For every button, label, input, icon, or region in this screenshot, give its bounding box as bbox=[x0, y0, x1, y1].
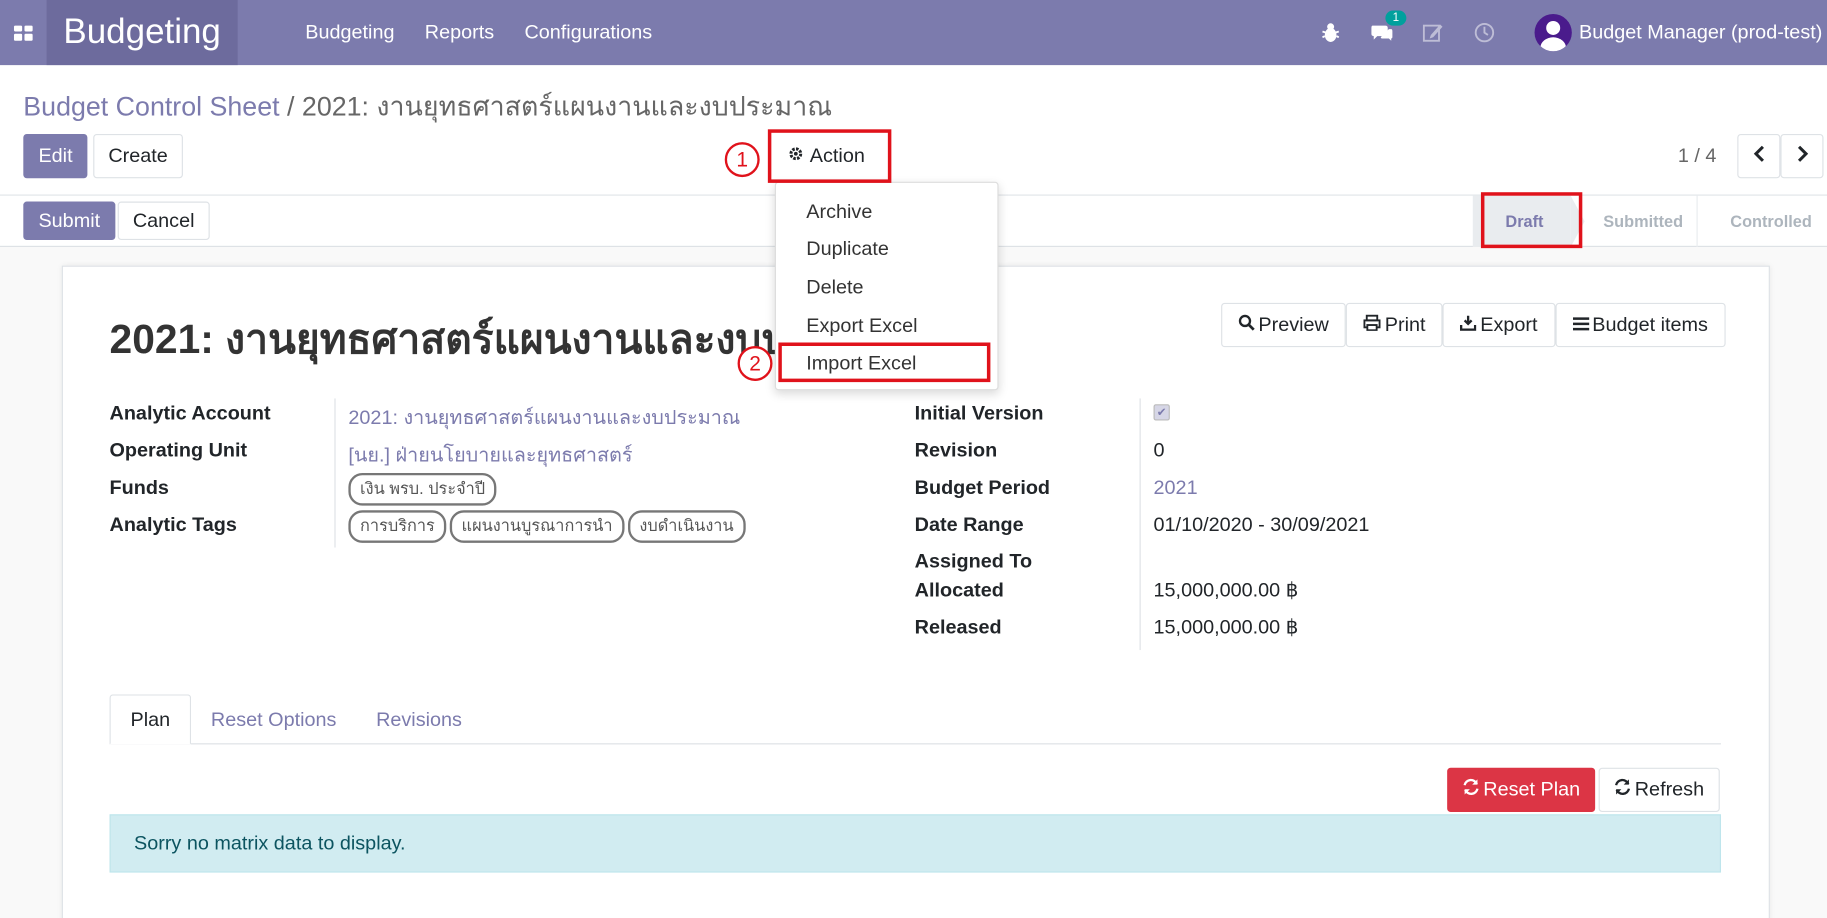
released-value: 15,000,000.00 ฿ bbox=[1153, 616, 1299, 639]
cancel-button[interactable]: Cancel bbox=[117, 201, 210, 240]
menu-item-export-excel[interactable]: Export Excel bbox=[806, 315, 917, 338]
breadcrumb-parent[interactable]: Budget Control Sheet bbox=[23, 91, 279, 121]
budget-items-button[interactable]: Budget items bbox=[1555, 302, 1726, 348]
menu-item-duplicate[interactable]: Duplicate bbox=[806, 238, 889, 261]
edit-button[interactable]: Edit bbox=[23, 133, 88, 179]
preview-button[interactable]: Preview bbox=[1221, 302, 1347, 348]
allocated-value: 15,000,000.00 ฿ bbox=[1153, 578, 1299, 602]
right-group-divider bbox=[1139, 398, 1141, 651]
budget-items-label: Budget items bbox=[1592, 313, 1708, 336]
download-icon bbox=[1460, 313, 1477, 336]
no-data-alert: Sorry no matrix data to display. bbox=[109, 814, 1721, 873]
analytic-tag[interactable]: การบริการ bbox=[348, 510, 447, 543]
chat-badge: 1 bbox=[1385, 10, 1407, 26]
top-menu: Budgeting Reports Configurations bbox=[305, 0, 652, 65]
pager-value[interactable]: 1 / 4 bbox=[1678, 144, 1717, 167]
initial-version-label: Initial Version bbox=[914, 401, 1044, 425]
menu-reports[interactable]: Reports bbox=[425, 21, 494, 44]
released-label: Released bbox=[914, 616, 1002, 639]
avatar bbox=[1534, 13, 1573, 52]
operating-unit-value[interactable]: [นย.] ฝ่ายนโยบายและยุทธศาสตร์ bbox=[348, 439, 632, 470]
pager-next-button[interactable] bbox=[1780, 133, 1824, 179]
budget-period-label: Budget Period bbox=[914, 476, 1051, 499]
analytic-tags-label: Analytic Tags bbox=[109, 513, 237, 536]
menu-configurations[interactable]: Configurations bbox=[524, 21, 652, 44]
export-label: Export bbox=[1480, 313, 1538, 336]
print-label: Print bbox=[1384, 313, 1426, 336]
reset-plan-button[interactable]: Reset Plan bbox=[1447, 767, 1596, 812]
pager-buttons bbox=[1737, 133, 1824, 179]
assigned-to-label: Assigned To bbox=[914, 549, 1033, 573]
date-range-label: Date Range bbox=[914, 513, 1024, 536]
analytic-account-value[interactable]: 2021: งานยุทธศาสตร์แผนงานและงบประมาณ bbox=[348, 402, 740, 433]
smart-buttons: Preview Print Export Budget items bbox=[1221, 302, 1726, 348]
clock-icon[interactable] bbox=[1472, 20, 1498, 46]
analytic-tags: การบริการ แผนงานบูรณาการนำ งบดำเนินงาน bbox=[348, 510, 748, 543]
annotation-box-draft bbox=[1480, 192, 1583, 249]
analytic-account-label: Analytic Account bbox=[109, 401, 271, 425]
budget-period-value[interactable]: 2021 bbox=[1154, 476, 1198, 499]
operating-unit-label: Operating Unit bbox=[109, 439, 248, 462]
funds-label: Funds bbox=[109, 476, 169, 499]
pager-previous-button[interactable] bbox=[1737, 133, 1781, 179]
stage-controlled[interactable]: Controlled bbox=[1696, 195, 1827, 247]
refresh-label: Refresh bbox=[1634, 778, 1705, 801]
export-button[interactable]: Export bbox=[1443, 302, 1556, 348]
breadcrumb-separator: / bbox=[287, 90, 295, 122]
print-icon bbox=[1364, 313, 1382, 336]
left-group-divider bbox=[334, 398, 336, 548]
edit-activity-icon[interactable] bbox=[1421, 20, 1447, 46]
tab-revisions[interactable]: Revisions bbox=[356, 694, 481, 744]
annotation-step-2: 2 bbox=[737, 345, 773, 381]
breadcrumb-current: 2021: งานยุทธศาสตร์แผนงานและงบประมาณ bbox=[301, 90, 833, 122]
analytic-tag[interactable]: งบดำเนินงาน bbox=[627, 510, 746, 543]
allocated-label: Allocated bbox=[914, 578, 1004, 602]
annotation-box-import bbox=[778, 342, 991, 383]
print-button[interactable]: Print bbox=[1346, 302, 1444, 348]
user-menu[interactable]: Budget Manager (prod-test) bbox=[1534, 13, 1823, 52]
list-icon bbox=[1572, 313, 1589, 336]
menu-item-archive[interactable]: Archive bbox=[806, 200, 872, 223]
create-button[interactable]: Create bbox=[93, 133, 183, 179]
annotation-box-action bbox=[767, 129, 892, 183]
date-range-value: 01/10/2020 - 30/09/2021 bbox=[1153, 513, 1370, 536]
annotation-step-1: 1 bbox=[724, 142, 760, 178]
refresh-icon bbox=[1462, 778, 1479, 801]
control-panel: Budget Control Sheet / 2021: งานยุทธศาสต… bbox=[0, 65, 1827, 196]
tab-reset-options[interactable]: Reset Options bbox=[191, 694, 356, 744]
app-brand[interactable]: Budgeting bbox=[46, 0, 238, 66]
tab-plan[interactable]: Plan bbox=[109, 694, 192, 745]
search-icon bbox=[1238, 313, 1255, 336]
stage-submitted[interactable]: Submitted bbox=[1585, 196, 1697, 247]
chevron-right-icon bbox=[1796, 144, 1808, 167]
menu-item-delete[interactable]: Delete bbox=[806, 276, 863, 299]
preview-label: Preview bbox=[1258, 313, 1329, 336]
initial-version-checkbox[interactable]: ✔ bbox=[1153, 404, 1170, 421]
refresh-icon bbox=[1614, 778, 1631, 801]
top-navbar: Budgeting Budgeting Reports Configuratio… bbox=[0, 0, 1827, 66]
systray: 1 Budget Manager (prod-test) bbox=[1318, 0, 1827, 65]
refresh-button[interactable]: Refresh bbox=[1598, 767, 1720, 812]
analytic-tag[interactable]: แผนงานบูรณาการนำ bbox=[449, 510, 625, 543]
submit-button[interactable]: Submit bbox=[23, 201, 116, 240]
reset-plan-label: Reset Plan bbox=[1483, 778, 1581, 801]
funds-tags: เงิน พรบ. ประจำปี bbox=[348, 472, 500, 506]
chevron-left-icon bbox=[1753, 144, 1765, 167]
notebook-tabs: Plan Reset Options Revisions bbox=[109, 694, 1721, 745]
breadcrumb: Budget Control Sheet / 2021: งานยุทธศาสต… bbox=[23, 86, 832, 128]
menu-budgeting[interactable]: Budgeting bbox=[305, 21, 394, 44]
fund-tag[interactable]: เงิน พรบ. ประจำปี bbox=[348, 472, 497, 506]
user-name: Budget Manager (prod-test) bbox=[1579, 20, 1823, 44]
revision-label: Revision bbox=[914, 439, 998, 462]
revision-value: 0 bbox=[1153, 439, 1165, 462]
apps-menu-icon[interactable] bbox=[0, 0, 47, 65]
bug-icon[interactable] bbox=[1318, 20, 1344, 46]
chat-icon[interactable]: 1 bbox=[1369, 10, 1407, 46]
